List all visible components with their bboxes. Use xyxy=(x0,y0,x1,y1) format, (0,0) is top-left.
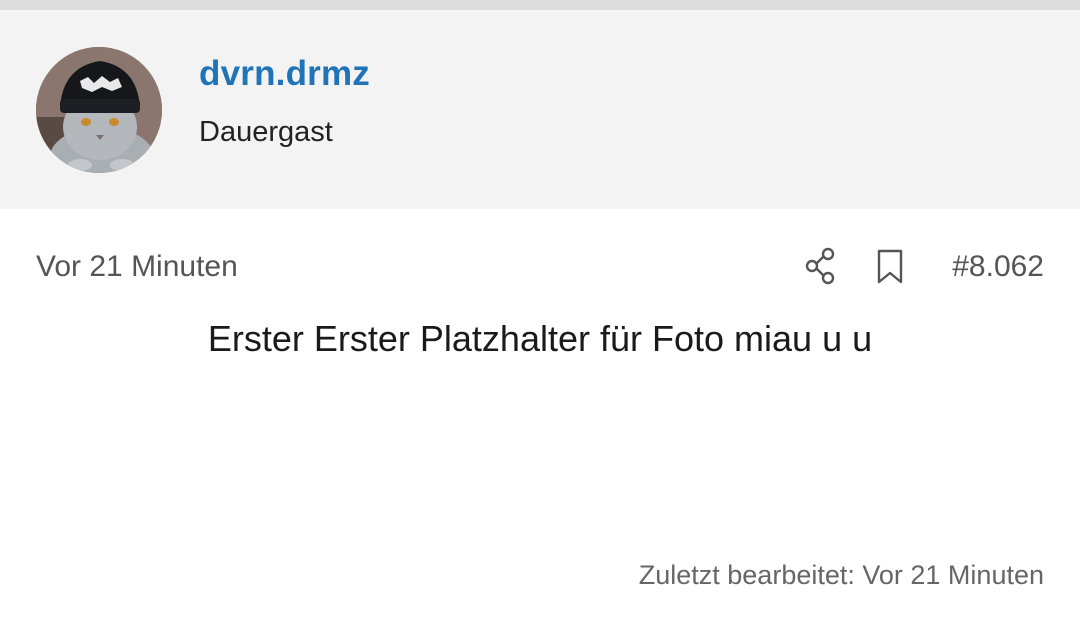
post-number-link[interactable]: #8.062 xyxy=(952,250,1044,284)
post-timestamp[interactable]: Vor 21 Minuten xyxy=(36,250,238,284)
username-link[interactable]: dvrn.drmz xyxy=(199,54,370,94)
bookmark-button[interactable] xyxy=(872,246,908,286)
post-body-text: Erster Erster Platzhalter für Foto miau … xyxy=(207,318,873,359)
top-divider xyxy=(0,0,1080,10)
share-icon xyxy=(805,247,835,285)
share-button[interactable] xyxy=(803,246,839,286)
post-author-header: dvrn.drmz Dauergast xyxy=(0,10,1080,209)
avatar[interactable] xyxy=(36,47,162,173)
post-meta-row: Vor 21 Minuten #8.062 xyxy=(0,240,1080,298)
bookmark-icon xyxy=(877,249,903,284)
cat-avatar-icon xyxy=(36,47,162,173)
user-title: Dauergast xyxy=(199,116,333,148)
last-edited-note: Zuletzt bearbeitet: Vor 21 Minuten xyxy=(638,560,1044,590)
